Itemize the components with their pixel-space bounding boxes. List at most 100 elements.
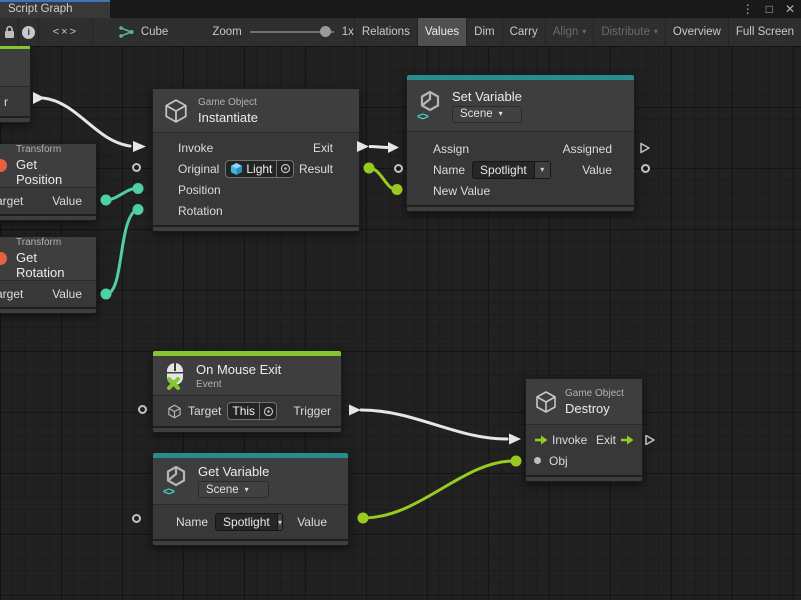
carry-button[interactable]: Carry [502,18,545,46]
object-field-this[interactable]: This [227,402,277,420]
maximize-icon[interactable]: □ [766,2,773,16]
port-dot[interactable] [358,513,369,524]
port-target[interactable]: Target [0,287,23,301]
node-category: Game Object [198,97,258,108]
port-circle-name[interactable] [394,164,403,173]
port-invoke[interactable]: Invoke [178,141,213,155]
port-position[interactable]: Position [178,183,221,197]
chevron-down-icon: ▾ [499,110,503,118]
zoom-slider-handle[interactable] [320,26,331,37]
port-circle-original[interactable] [132,163,141,172]
object-field-light[interactable]: Light [225,160,294,178]
object-picker-icon[interactable] [276,161,293,177]
wire-value [106,189,136,201]
graph-icon [119,26,135,39]
port-obj[interactable]: Obj [549,454,568,468]
node-destroy[interactable]: Game Object Destroy Invoke Exit [525,378,643,482]
port-dot[interactable] [133,183,144,194]
port-result[interactable]: Result [299,162,333,176]
chevron-down-icon: ▾ [582,28,586,36]
port-original[interactable]: Original [178,162,219,176]
graph-canvas[interactable]: r Transform Get Position Target Value [0,46,801,600]
port-dot[interactable] [101,289,112,300]
node-partial-event[interactable]: r [0,46,31,123]
port-target[interactable]: Target [188,404,221,418]
flow-arrow-icon [620,435,634,445]
variable-scope-dropdown[interactable]: Scene ▾ [452,106,522,123]
port-invoke[interactable]: Invoke [552,433,587,447]
port-value[interactable]: Value [582,163,612,177]
variable-scope-dropdown[interactable]: Scene ▾ [198,481,269,498]
code-icon: <×> [53,26,78,38]
port-value[interactable]: Value [52,194,82,208]
wire-control [43,98,130,146]
scene-variable-icon: <> [417,91,443,121]
align-button[interactable]: Align▾ [545,18,594,46]
port-triangle-exit[interactable] [644,434,656,446]
port-dot[interactable] [133,204,144,215]
port-value[interactable]: Value [297,515,327,529]
code-preview-button[interactable]: <×> [39,18,93,46]
node-on-mouse-exit[interactable]: On Mouse Exit Event Target This [152,350,342,433]
port-value[interactable]: Value [52,287,82,301]
info-button[interactable]: i [19,18,38,46]
port-triangle-assigned[interactable] [639,142,651,154]
variable-name-dropdown[interactable]: Spotlight ▾ [215,513,283,531]
object-picker-icon[interactable] [259,403,276,419]
node-set-variable[interactable]: <> Set Variable Scene ▾ Assign Assigned [406,74,635,212]
values-button[interactable]: Values [417,18,466,46]
port-assign[interactable]: Assign [433,142,469,156]
close-icon[interactable]: ✕ [785,2,795,16]
node-category: Transform [16,237,86,248]
tab-script-graph[interactable]: Script Graph [0,0,110,18]
port-dot[interactable] [101,195,112,206]
breadcrumb[interactable]: Cube [119,18,169,46]
port-circle-name[interactable] [132,514,141,523]
node-get-rotation[interactable]: Transform Get Rotation Target Value [0,236,97,314]
overview-button[interactable]: Overview [665,18,728,46]
port-exit[interactable]: Exit [596,433,616,447]
port-dot[interactable] [511,456,522,467]
zoom-slider[interactable] [250,26,334,38]
distribute-button[interactable]: Distribute▾ [593,18,665,46]
node-category: Transform [16,144,86,155]
graph-name: Cube [141,26,169,38]
node-get-variable[interactable]: <> Get Variable Scene ▾ Name Spotlight ▾ [152,452,349,546]
port-dot[interactable] [364,163,375,174]
port-dot[interactable] [392,184,403,195]
relations-button[interactable]: Relations [354,18,417,46]
port-circle-target[interactable] [138,405,147,414]
mouse-exit-icon [163,362,187,390]
port-name[interactable]: Name [433,163,465,177]
port-assigned[interactable]: Assigned [563,142,612,156]
port-new-value[interactable]: New Value [433,184,490,198]
cube-icon [167,404,182,419]
variable-name-dropdown[interactable]: Spotlight ▾ [472,161,551,179]
port-trigger[interactable]: Trigger [293,404,331,418]
value-port-icon [534,457,541,464]
graph-toolbar: i <×> Cube Zoom 1x Relations Values Dim … [0,18,801,46]
dim-button[interactable]: Dim [466,18,501,46]
node-instantiate[interactable]: Game Object Instantiate Invoke Exit Orig… [152,88,360,232]
full-screen-button[interactable]: Full Screen [728,18,801,46]
zoom-value: 1x [342,26,354,38]
port-triangle-out[interactable] [349,405,361,416]
port-exit[interactable]: Exit [313,141,333,155]
wire-control [361,410,507,439]
zoom-label: Zoom [212,26,241,38]
port-target[interactable]: Target [0,194,23,208]
wire-value [106,210,136,294]
node-category: Game Object [565,388,624,399]
wire-control [369,147,388,148]
port-triangle-out[interactable] [33,92,45,104]
node-get-position[interactable]: Transform Get Position Target Value [0,143,97,221]
prefab-cube-icon [230,162,243,176]
lock-button[interactable] [0,18,19,46]
scene-variable-icon: <> [163,466,189,496]
port-circle-value-out[interactable] [641,164,650,173]
flow-arrow-icon [534,435,548,445]
node-title: Instantiate [198,110,258,125]
port-rotation[interactable]: Rotation [178,204,223,218]
kebab-menu-icon[interactable]: ⋮ [742,2,754,16]
port-name[interactable]: Name [176,515,208,529]
